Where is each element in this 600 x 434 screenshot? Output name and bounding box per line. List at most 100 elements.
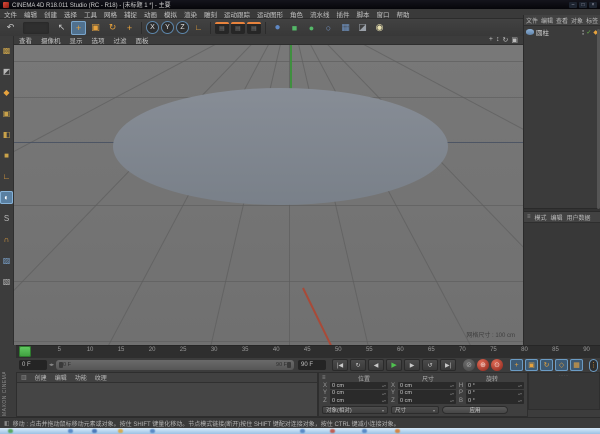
pos-x-field[interactable]: 0 cm▴▾ — [330, 382, 388, 389]
previous-frame-icon[interactable]: ◀ — [368, 359, 384, 371]
polygons-mode-icon[interactable]: ■ — [0, 149, 13, 162]
goto-start-icon[interactable]: |◀ — [332, 359, 348, 371]
menu-item[interactable]: 渲染 — [184, 9, 197, 19]
object-manager-menu-item[interactable]: 编辑 — [541, 16, 553, 25]
tweak-mode-icon[interactable]: ◐ — [0, 191, 13, 204]
goto-end-icon[interactable]: ▶| — [440, 359, 456, 371]
viewport-menu-cameras[interactable]: 摄像机 — [41, 35, 61, 45]
cylinder-object-top[interactable] — [113, 88, 448, 205]
timeline-playhead[interactable] — [19, 346, 31, 357]
menu-item[interactable]: 文件 — [4, 9, 17, 19]
coordinate-burger-icon[interactable]: ≡ — [322, 375, 332, 381]
keyframe-selection-icon[interactable]: ⊙ — [491, 359, 503, 371]
menu-item[interactable]: 脚本 — [357, 9, 370, 19]
playback-options-icon[interactable]: ⋮ — [589, 359, 598, 372]
menu-item[interactable]: 帮助 — [397, 9, 410, 19]
menu-item[interactable]: 创建 — [44, 9, 57, 19]
windows-taskbar[interactable] — [0, 428, 600, 434]
rot-h-field[interactable]: 0 °▴▾ — [466, 382, 524, 389]
camera-icon[interactable]: ◪ — [355, 21, 370, 35]
subdivision-surface-icon[interactable]: ● — [304, 21, 319, 35]
play-icon[interactable]: ▶ — [386, 359, 402, 371]
menu-item[interactable]: 雕刻 — [204, 9, 217, 19]
tab-mode[interactable]: 模式 — [535, 213, 547, 222]
material-menu-texture[interactable]: 纹理 — [95, 373, 107, 382]
viewport-menu-panel[interactable]: 面板 — [136, 35, 149, 45]
object-manager-menu-item[interactable]: 查看 — [556, 16, 568, 25]
object-row-cylinder[interactable]: 圆柱 ● ● ✓ ◆ — [524, 26, 600, 38]
viewport-menu-display[interactable]: 显示 — [70, 35, 83, 45]
pan-view-icon[interactable]: + — [489, 36, 493, 44]
menu-item[interactable]: 模拟 — [164, 9, 177, 19]
menu-item[interactable]: 捕捉 — [124, 9, 137, 19]
end-frame-field[interactable]: 90 F — [298, 360, 326, 370]
previous-key-icon[interactable]: ↻ — [350, 359, 366, 371]
rotate-view-icon[interactable]: ↻ — [503, 36, 509, 44]
maximize-button[interactable]: □ — [579, 2, 587, 8]
floor-icon[interactable]: ▦ — [338, 21, 353, 35]
tab-user-data[interactable]: 用户数据 — [567, 213, 591, 222]
object-label[interactable]: 圆柱 — [536, 27, 549, 37]
menu-item[interactable]: 动画 — [144, 9, 157, 19]
render-picture-viewer-icon[interactable]: ▤ — [231, 22, 245, 34]
make-editable-icon[interactable]: ▩ — [0, 44, 13, 57]
taskbar-app-icon[interactable] — [330, 429, 335, 433]
taskbar-app-icon[interactable] — [92, 429, 97, 433]
object-manager-menu-item[interactable]: 对象 — [571, 16, 583, 25]
autokey-icon[interactable]: ⊕ — [477, 359, 489, 371]
render-view-icon[interactable]: ▤ — [215, 22, 229, 34]
move-tool-icon[interactable]: + — [71, 21, 86, 35]
attribute-manager-burger-icon[interactable]: ≡ — [527, 214, 531, 220]
pen-material-icon[interactable]: ● — [270, 21, 285, 35]
next-frame-icon[interactable]: ▶ — [404, 359, 420, 371]
points-mode-icon[interactable]: ▣ — [0, 107, 13, 120]
perspective-viewport[interactable]: 网格尺寸 : 100 cm — [14, 45, 523, 345]
apply-button[interactable]: 应用 — [442, 406, 508, 414]
minimize-button[interactable]: – — [569, 2, 577, 8]
menu-item[interactable]: 编辑 — [24, 9, 37, 19]
menu-item[interactable]: 工具 — [84, 9, 97, 19]
coordinate-mode-dropdown[interactable]: 对象(相对)▾ — [322, 406, 388, 414]
undo-icon[interactable]: ↶ — [3, 21, 18, 35]
snap-icon[interactable]: S — [0, 212, 13, 225]
taskbar-app-icon[interactable] — [362, 429, 367, 433]
menu-item[interactable]: 流水线 — [310, 9, 330, 19]
lock-workplane-icon[interactable]: ▧ — [0, 275, 13, 288]
taskbar-app-icon[interactable] — [150, 429, 155, 433]
live-selection-icon[interactable]: ↖ — [54, 21, 69, 35]
range-end-grip[interactable] — [287, 362, 291, 368]
coordinate-system-icon[interactable]: ∟ — [191, 21, 206, 35]
object-enabled-check-icon[interactable]: ✓ — [586, 29, 591, 36]
close-button[interactable]: × — [589, 2, 597, 8]
z-axis-lock-icon[interactable]: Z — [176, 21, 189, 34]
workplane-icon[interactable]: ▨ — [0, 254, 13, 267]
last-tool-icon[interactable]: + — [122, 21, 137, 35]
next-key-icon[interactable]: ↺ — [422, 359, 438, 371]
taskbar-app-icon[interactable] — [118, 429, 123, 433]
texture-mode-icon[interactable]: ◆ — [0, 86, 13, 99]
scale-tool-icon[interactable]: ▣ — [88, 21, 103, 35]
primitive-cube-icon[interactable]: ■ — [287, 21, 302, 35]
size-x-field[interactable]: 0 cm▴▾ — [398, 382, 456, 389]
menu-item[interactable]: 窗口 — [377, 9, 390, 19]
object-manager-menu-item[interactable]: 文件 — [526, 16, 538, 25]
object-manager-empty-area[interactable] — [524, 38, 600, 208]
menu-item[interactable]: 插件 — [337, 9, 350, 19]
taskbar-app-icon[interactable] — [395, 429, 400, 433]
material-menu-edit[interactable]: 编辑 — [55, 373, 67, 382]
taskbar-app-icon[interactable] — [68, 429, 73, 433]
rotate-tool-icon[interactable]: ↻ — [105, 21, 120, 35]
timeline-range-slider[interactable]: 0 F 90 F — [56, 360, 294, 370]
size-y-field[interactable]: 0 cm▴▾ — [398, 390, 456, 397]
material-menu-function[interactable]: 功能 — [75, 373, 87, 382]
menu-item[interactable]: 网格 — [104, 9, 117, 19]
material-manager-empty-area[interactable] — [17, 383, 317, 416]
record-objects-icon[interactable]: ⊘ — [463, 359, 475, 371]
timeline-ruler[interactable]: 051015202530354045505560657075808590 — [16, 345, 600, 358]
viewport-menu-view[interactable]: 查看 — [19, 35, 32, 45]
viewport-menu-options[interactable]: 选项 — [92, 35, 105, 45]
record-rotation-icon[interactable]: ↻ — [540, 359, 553, 371]
tab-edit[interactable]: 编辑 — [551, 213, 563, 222]
material-menu-create[interactable]: 创建 — [35, 373, 47, 382]
viewport-menu-filter[interactable]: 过滤 — [114, 35, 127, 45]
